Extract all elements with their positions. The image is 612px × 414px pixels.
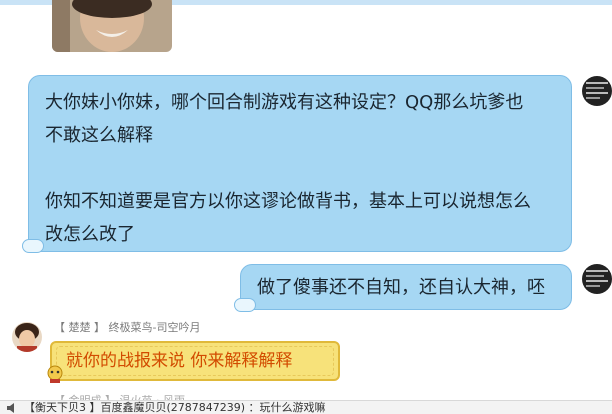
message-text: 不敢这么解释: [45, 125, 153, 146]
incoming-message-bubble[interactable]: 就你的战报来说 你来解释解释: [50, 341, 340, 381]
bubble-cloud-decoration: [234, 298, 256, 312]
avatar-image: [582, 264, 612, 294]
image-message-photo[interactable]: [52, 0, 172, 52]
speaker-icon: [7, 403, 14, 413]
photo-image: [52, 0, 172, 52]
notification-text: 【衡天下贝3 】百度鑫魔贝贝(2787847239) ：玩什么游戏嘛: [24, 401, 326, 414]
message-text: 改怎么改了: [45, 224, 135, 245]
outgoing-message-bubble[interactable]: 大你妹小你妹，哪个回合制游戏有这种设定？QQ那么坑爹也 不敢这么解释 你知不知道…: [28, 75, 572, 252]
outgoing-message-bubble[interactable]: 做了傻事还不自知，还自认大神，呸: [240, 264, 572, 310]
message-text: 大你妹小你妹，哪个回合制游戏有这种设定？QQ那么坑爹也: [45, 92, 524, 113]
sender-name[interactable]: 【 楚楚 】: [54, 321, 105, 334]
bubble-character-decoration: [44, 364, 66, 384]
sender-title: 终极菜鸟-司空吟月: [108, 321, 201, 334]
avatar[interactable]: [582, 76, 612, 106]
avatar-image: [12, 322, 42, 352]
message-text: 你知不知道要是官方以你这谬论做背书，基本上可以说想怎么: [45, 191, 531, 212]
bubble-cloud-decoration: [22, 239, 44, 253]
next-sender-partial: 【 金明成 】 温火苗 · 风雨: [54, 392, 354, 400]
message-text: 做了傻事还不自知，还自认大神，呸: [257, 277, 545, 298]
sender-avatar[interactable]: [12, 322, 42, 352]
avatar[interactable]: [582, 264, 612, 294]
message-text: 就你的战报来说 你来解释解释: [66, 351, 293, 371]
avatar-image: [582, 76, 612, 106]
notification-bar[interactable]: 【衡天下贝3 】百度鑫魔贝贝(2787847239) ：玩什么游戏嘛: [0, 400, 612, 414]
sender-info: 【 楚楚 】 终极菜鸟-司空吟月: [54, 319, 200, 335]
